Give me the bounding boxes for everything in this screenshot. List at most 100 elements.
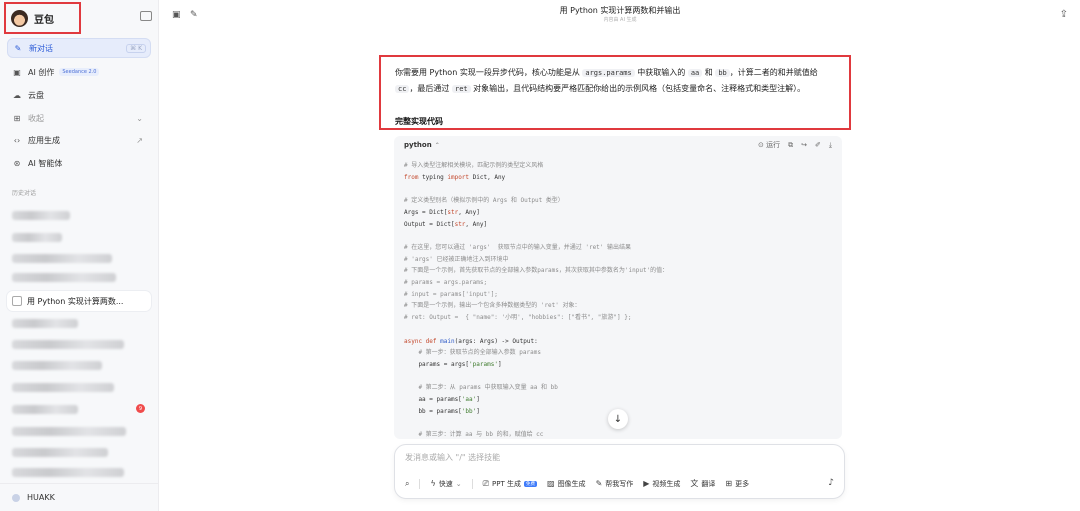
brand-name: 豆包: [34, 14, 54, 26]
tool-bolt[interactable]: ϟ 快速 ⌄: [430, 479, 461, 489]
nav-label: 云盘: [28, 90, 44, 100]
history-item-label: 用 Python 实现计算两数...: [27, 296, 124, 306]
inline-code: args.params: [582, 69, 635, 77]
code-token: str: [447, 208, 459, 216]
history-item-blurred[interactable]: [12, 340, 124, 349]
cloud-drive-icon: ☁: [13, 90, 21, 100]
brand-avatar: [11, 9, 28, 27]
history-item-blurred[interactable]: [12, 468, 124, 477]
message-text-run: ，最后通过: [409, 84, 452, 93]
nav-cloud-drive[interactable]: ☁ 云盘: [7, 85, 151, 105]
toolbar-divider: [471, 478, 473, 489]
history-item-blurred[interactable]: [12, 233, 62, 242]
agent-icon: ⊛: [13, 158, 21, 168]
chat-icon: [12, 296, 22, 306]
tool-write[interactable]: ✎ 帮我写作: [596, 479, 634, 489]
chevron-down-icon: ⌄: [136, 113, 143, 123]
nav-label: 收起: [28, 113, 44, 123]
tool-translate[interactable]: 文翻译: [690, 478, 715, 489]
nav-app-generate[interactable]: ‹› 应用生成 ↗: [7, 130, 151, 150]
code-body: # 导入类型注解相关模块，匹配示例的类型定义风格 from typing impo…: [394, 154, 842, 439]
nav-new-chat[interactable]: ✎ 新对话 ⌘ K: [7, 38, 151, 58]
tool-label: 更多: [735, 479, 750, 488]
history-item-blurred[interactable]: [12, 405, 78, 414]
sidebar-toggle-icon[interactable]: [140, 11, 152, 21]
nav-ai-create[interactable]: ▣ AI 创作 Seedance 2.0: [7, 62, 151, 82]
code-token: # 下面是一个示例，输出一个包含多种数据类型的 'ret' 对象：: [404, 302, 581, 310]
new-chat-icon: ✎: [14, 43, 22, 53]
code-line: # params = args.params;: [404, 277, 832, 289]
share-icon[interactable]: ⇪: [1060, 9, 1068, 20]
download-icon[interactable]: ⤓: [829, 141, 832, 150]
history-item-blurred[interactable]: [12, 361, 102, 370]
code-line: # 第三步：计算 aa 与 bb 的和，赋值给 cc: [404, 429, 832, 439]
more-icon: ⊞: [725, 479, 733, 488]
scroll-down-button[interactable]: ↓: [608, 409, 628, 429]
microphone-icon[interactable]: ♪: [828, 478, 834, 488]
tool-video[interactable]: ▶ 视频生成: [643, 479, 680, 489]
image-create-icon: ▣: [13, 67, 21, 77]
assistant-message-text: 你需要用 Python 实现一段异步代码，核心功能是从 args.params …: [395, 65, 835, 97]
play-icon: ⊙: [758, 141, 764, 149]
history-item-blurred[interactable]: [12, 383, 114, 392]
code-token: async def: [404, 337, 437, 345]
paperclip-icon: ⌕: [405, 478, 410, 488]
code-line: aa = params['aa']: [404, 394, 832, 406]
video-icon: ▶: [643, 479, 650, 488]
run-button[interactable]: ⊙ 运行: [758, 140, 780, 150]
tool-label: 快速: [438, 479, 453, 488]
grid-icon: ⊞: [13, 113, 21, 123]
copy-icon[interactable]: ⧉: [788, 141, 793, 150]
message-input[interactable]: [405, 453, 825, 462]
section-title: 完整实现代码: [395, 117, 443, 126]
history-section-label: 历史对话: [12, 190, 37, 197]
top-bar: ▣ ✎ 用 Python 实现计算两数和并输出 内容由 AI 生成 ⇪: [160, 0, 1080, 26]
code-line: # 在这里，您可以通过 'args' 获取节点中的输入变量，并通过 'ret' …: [404, 242, 832, 254]
sidebar: 豆包 ✎ 新对话 ⌘ K ▣ AI 创作 Seedance 2.0 ☁ 云盘 ⊞…: [0, 0, 159, 511]
code-actions: ⊙ 运行 ⧉ ↪ ✐ ⤓: [758, 140, 832, 150]
tool-label: 翻译: [701, 479, 716, 488]
tool-more[interactable]: ⊞ 更多: [725, 479, 749, 489]
image-icon: ▨: [547, 479, 555, 488]
code-token: ]: [497, 360, 502, 368]
brand[interactable]: 豆包: [4, 2, 81, 34]
code-token: Output = Dict[: [404, 220, 455, 228]
code-line: Output = Dict[str, Any]: [404, 219, 832, 231]
history-item-blurred[interactable]: [12, 211, 70, 220]
code-token: Args = Dict[: [404, 208, 448, 216]
code-line: # 下面是一个示例，首先获取节点的全部输入参数params，其次获取其中参数名为…: [404, 265, 832, 277]
code-token: from: [404, 173, 419, 181]
history-item-blurred[interactable]: [12, 319, 78, 328]
inline-code: ret: [451, 85, 471, 93]
code-line: # 第二步：从 params 中获取输入变量 aa 和 bb: [404, 382, 832, 394]
history-item-blurred[interactable]: [12, 273, 116, 282]
user-profile[interactable]: HUAKK: [0, 483, 159, 511]
nav-collapse[interactable]: ⊞ 收起 ⌄: [7, 108, 151, 128]
free-badge: 免费: [524, 480, 537, 487]
code-line: async def main(args: Args) -> Output:: [404, 336, 832, 348]
code-token: main: [440, 337, 455, 345]
code-token: # 定义类型别名（模拟示例中的 Args 和 Output 类型）: [404, 197, 564, 205]
input-toolbar: ⌕ ϟ 快速 ⌄ ⎚ PPT 生成 免费 ▨ 图像生成 ✎ 帮我写作 ▶ 视频生成文翻译 ⊞ 更多: [405, 478, 749, 489]
code-token: 'bb': [461, 407, 477, 415]
arrow-down-icon: ↓: [613, 413, 623, 425]
tool-image[interactable]: ▨ 图像生成: [547, 479, 586, 489]
code-token: # ret: Output = { "name": '小明', "hobbies…: [404, 314, 632, 322]
history-item-blurred[interactable]: [12, 448, 108, 457]
chevron-up-icon[interactable]: ⌃: [435, 142, 440, 149]
history-item-blurred[interactable]: [12, 427, 126, 436]
nav-ai-agent[interactable]: ⊛ AI 智能体: [7, 153, 151, 173]
code-token: # 'args' 已经被正确地注入到环境中: [404, 255, 509, 263]
wrap-icon[interactable]: ↪: [801, 141, 807, 149]
history-item-blurred[interactable]: [12, 254, 112, 263]
message-text-run: ，计算二者的和并赋值给: [729, 68, 818, 77]
attach-button[interactable]: ⌕: [405, 479, 409, 489]
chat-subtitle: 内容由 AI 生成: [603, 17, 637, 23]
tool-ppt[interactable]: ⎚ PPT 生成 免费: [483, 479, 537, 489]
edit-code-icon[interactable]: ✐: [815, 141, 821, 149]
history-item-active[interactable]: 用 Python 实现计算两数...: [7, 291, 151, 311]
code-header: python ⌃ ⊙ 运行 ⧉ ↪ ✐ ⤓: [394, 136, 842, 154]
